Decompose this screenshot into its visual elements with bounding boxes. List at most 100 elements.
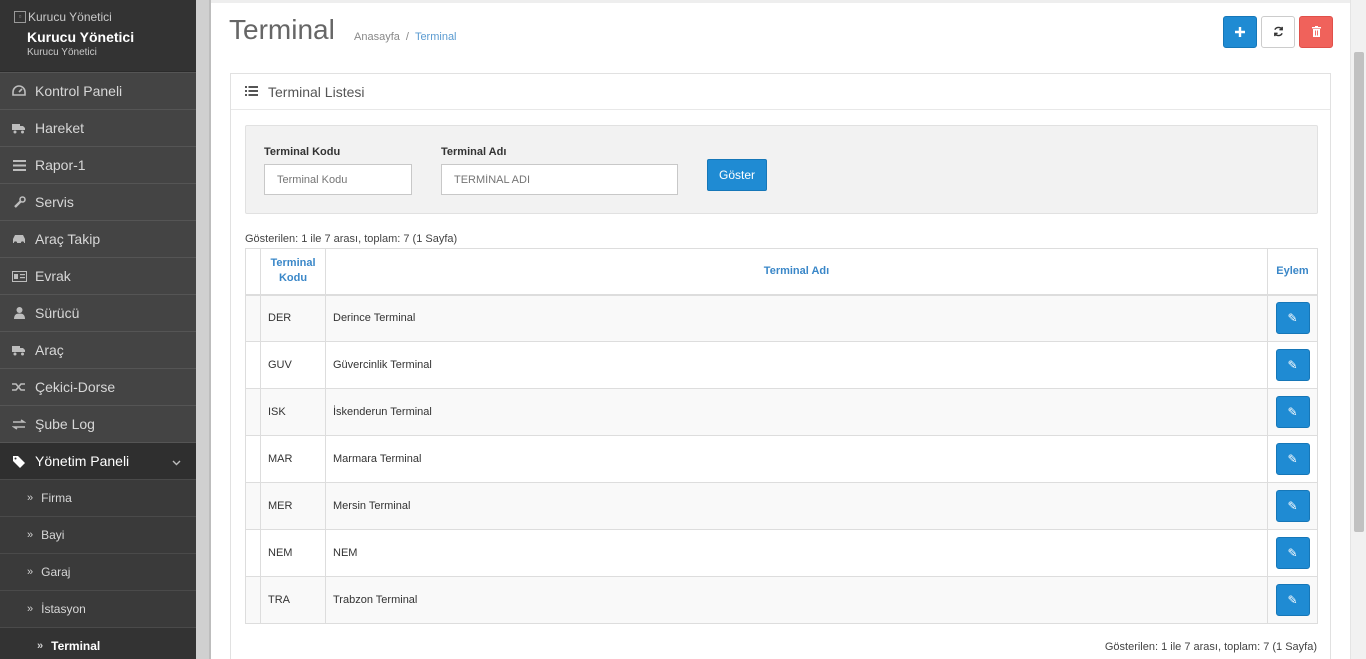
plus-icon [1235,25,1245,40]
page-actions [1223,16,1333,48]
breadcrumb-home-link[interactable]: Anasayfa [354,31,400,43]
double-chevron-right-icon: » [27,603,34,615]
column-header-code-line1: Terminal [270,257,316,270]
delete-button[interactable] [1299,16,1333,48]
pencil-icon: ✎ [1287,311,1298,326]
row-action-cell: ✎ [1267,435,1318,483]
row-name: NEM [325,529,1268,577]
sidebar-subitem-label: Bayi [41,528,65,542]
sidebar: ▫ Kurucu Yönetici Kurucu Yönetici Kurucu… [0,0,196,659]
add-button[interactable] [1223,16,1257,48]
table-header-row: Terminal Kodu Terminal Adı Eylem [245,248,1318,296]
row-name: Trabzon Terminal [325,576,1268,624]
sidebar-item-arac[interactable]: Araç [0,331,196,368]
panel-title: Terminal Listesi [268,83,365,100]
refresh-button[interactable] [1261,16,1295,48]
edit-button[interactable]: ✎ [1275,584,1310,616]
sidebar-item-label: Kontrol Paneli [35,83,123,99]
sidebar-subitem-garaj[interactable]: » Garaj [0,553,196,590]
terminal-table: Terminal Kodu Terminal Adı Eylem DER Der… [245,248,1318,624]
row-code: MER [260,482,326,530]
row-select-cell[interactable] [245,341,261,389]
row-select-cell[interactable] [245,576,261,624]
row-select-cell[interactable] [245,294,261,342]
edit-button[interactable]: ✎ [1275,302,1310,335]
sidebar-item-kontrol-paneli[interactable]: Kontrol Paneli [0,72,196,109]
profile-role: Kurucu Yönetici [27,47,97,58]
scrollbar-thumb[interactable] [1354,52,1364,532]
avatar-alt-text: Kurucu Yönetici [28,10,112,24]
pencil-icon: ✎ [1287,452,1298,466]
sidebar-item-surucu[interactable]: Sürücü [0,294,196,331]
row-action-cell: ✎ [1267,576,1318,624]
main-content: Terminal Anasayfa / Terminal Terminal Li… [211,0,1350,659]
broken-image-icon: ▫ [14,11,26,23]
sidebar-item-servis[interactable]: Servis [0,183,196,220]
terminal-name-label: Terminal Adı [441,146,507,158]
sidebar-item-label: Şube Log [35,416,95,432]
sidebar-item-label: Rapor-1 [35,157,86,173]
user-icon [11,307,27,319]
sidebar-item-sube-log[interactable]: Şube Log [0,405,196,442]
sidebar-subitem-bayi[interactable]: » Bayi [0,516,196,553]
row-select-cell[interactable] [245,388,261,436]
pencil-icon: ✎ [1287,546,1298,560]
random-icon [11,381,27,393]
vertical-scrollbar[interactable] [1350,0,1366,659]
pagination-summary-top: Gösterilen: 1 ile 7 arası, toplam: 7 (1 … [245,233,458,245]
double-chevron-right-icon: » [37,640,44,652]
top-border [211,0,1350,3]
table-row: DER Derince Terminal ✎ [245,294,1318,342]
tags-icon [11,455,27,468]
refresh-icon [1273,25,1284,40]
column-header-action: Eylem [1267,248,1318,296]
sidebar-item-label: Servis [35,194,74,210]
row-name: İskenderun Terminal [325,388,1268,436]
sidebar-subitem-firma[interactable]: » Firma [0,479,196,516]
row-code: DER [260,294,326,342]
terminal-list-panel: Terminal Listesi Terminal Kodu Terminal … [230,73,1331,659]
row-select-cell[interactable] [245,435,261,483]
terminal-code-input[interactable] [264,164,412,195]
terminal-name-input[interactable] [441,164,678,195]
edit-button[interactable]: ✎ [1275,443,1310,475]
row-select-cell[interactable] [245,482,261,530]
double-chevron-right-icon: » [27,566,34,578]
row-action-cell: ✎ [1267,294,1318,342]
list-icon [245,83,258,101]
sidebar-item-hareket[interactable]: Hareket [0,109,196,146]
show-button[interactable]: Göster [707,159,767,191]
wrench-icon [11,195,27,209]
id-card-icon [11,270,27,282]
sidebar-item-yonetim-paneli[interactable]: Yönetim Paneli [0,442,196,479]
sidebar-item-label: Araç [35,342,64,358]
select-column-header [245,248,261,296]
table-row: GUV Güvercinlik Terminal ✎ [245,341,1318,389]
sidebar-item-arac-takip[interactable]: Araç Takip [0,220,196,257]
sidebar-subitem-terminal[interactable]: » Terminal [0,627,196,659]
sidebar-subitem-label: İstasyon [41,602,86,616]
row-code: NEM [260,529,326,577]
sidebar-subitem-istasyon[interactable]: » İstasyon [0,590,196,627]
sidebar-item-rapor-1[interactable]: Rapor-1 [0,146,196,183]
profile-block: ▫ Kurucu Yönetici Kurucu Yönetici Kurucu… [0,0,196,72]
edit-button[interactable]: ✎ [1275,349,1310,381]
pagination-summary-bottom: Gösterilen: 1 ile 7 arası, toplam: 7 (1 … [1104,641,1317,653]
row-select-cell[interactable] [245,529,261,577]
sidebar-item-cekici-dorse[interactable]: Çekici-Dorse [0,368,196,405]
sidebar-item-evrak[interactable]: Evrak [0,257,196,294]
row-action-cell: ✎ [1267,529,1318,577]
sidebar-subitem-label: Terminal [51,639,101,653]
panel-header: Terminal Listesi [231,74,1330,110]
row-code: TRA [260,576,326,624]
column-header-name[interactable]: Terminal Adı [325,248,1268,296]
truck-icon [11,123,27,134]
table-row: MAR Marmara Terminal ✎ [245,435,1318,483]
edit-button[interactable]: ✎ [1275,396,1310,428]
edit-button[interactable]: ✎ [1275,490,1310,522]
column-header-code[interactable]: Terminal Kodu [260,248,326,296]
pencil-icon: ✎ [1287,358,1298,372]
sidebar-item-label: Sürücü [35,305,80,321]
table-row: NEM NEM ✎ [245,529,1318,577]
edit-button[interactable]: ✎ [1275,537,1310,569]
